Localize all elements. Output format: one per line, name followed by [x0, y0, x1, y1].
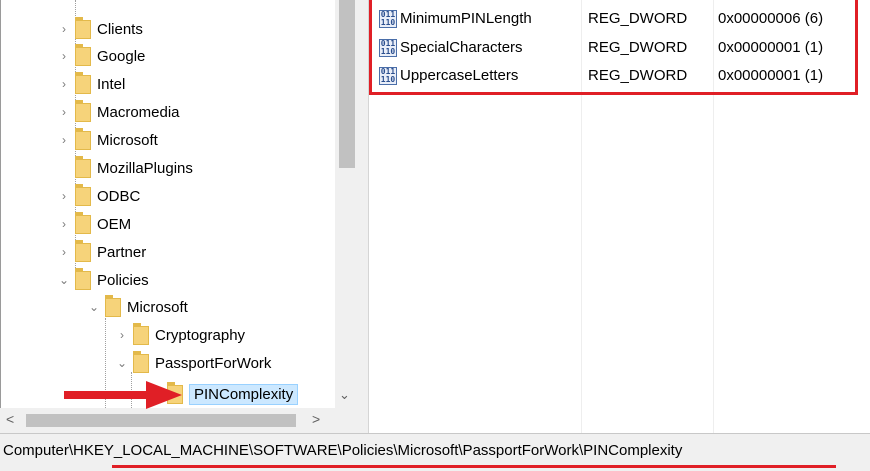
tree-item-policies[interactable]: ⌄ Policies: [55, 267, 149, 293]
chevron-down-icon[interactable]: ⌄: [113, 356, 131, 370]
registry-path: Computer\HKEY_LOCAL_MACHINE\SOFTWARE\Pol…: [3, 442, 683, 459]
folder-icon: [75, 183, 91, 206]
tree-item-label: PassportForWork: [155, 354, 272, 372]
tree-item-label: Macromedia: [97, 103, 180, 121]
tree-item-label: Intel: [97, 75, 126, 93]
annotation-arrow-icon: [64, 381, 182, 409]
tree-item-label: ODBC: [97, 187, 141, 205]
chevron-right-icon[interactable]: ›: [55, 217, 73, 231]
chevron-right-icon[interactable]: ›: [55, 49, 73, 63]
scroll-left-icon[interactable]: <: [6, 411, 14, 427]
tree-item-odbc[interactable]: › ODBC: [55, 183, 140, 209]
folder-icon: [75, 267, 91, 290]
scrollbar-thumb[interactable]: [26, 414, 296, 427]
tree-item-google[interactable]: › Google: [55, 43, 145, 69]
folder-icon: [75, 155, 91, 178]
pane-splitter[interactable]: [358, 0, 369, 433]
tree-item-macromedia[interactable]: › Macromedia: [55, 99, 180, 125]
tree-item-label: MozillaPlugins: [97, 159, 193, 177]
scroll-down-icon[interactable]: ⌄: [339, 387, 350, 403]
tree-item-label: PINComplexity: [189, 383, 299, 405]
chevron-right-icon[interactable]: ›: [55, 133, 73, 147]
tree-item-intel[interactable]: › Intel: [55, 71, 125, 97]
folder-icon: [75, 99, 91, 122]
chevron-down-icon[interactable]: ⌄: [55, 273, 73, 287]
annotation-underline: [112, 465, 836, 468]
scrollbar-corner: [334, 408, 358, 433]
folder-icon: [75, 43, 91, 66]
chevron-right-icon[interactable]: ›: [55, 105, 73, 119]
tree-item-label: Partner: [97, 243, 147, 261]
scrollbar-thumb[interactable]: [339, 0, 355, 168]
tree-item-label: OEM: [97, 215, 132, 233]
tree-item-label: Cryptography: [155, 326, 246, 344]
folder-icon: [75, 71, 91, 94]
tree-item-partner[interactable]: › Partner: [55, 239, 146, 265]
folder-icon: [75, 16, 91, 39]
tree-horizontal-scrollbar[interactable]: < >: [0, 408, 334, 433]
tree-item-label: Clients: [97, 20, 143, 38]
chevron-right-icon[interactable]: ›: [55, 189, 73, 203]
tree-item-mozillaplugins[interactable]: MozillaPlugins: [55, 155, 193, 181]
folder-icon: [133, 322, 149, 345]
folder-icon: [75, 211, 91, 234]
registry-key-tree[interactable]: › Clients › Google › Intel › Macromedia …: [0, 0, 359, 408]
tree-item-label: Google: [97, 47, 146, 65]
folder-icon: [75, 127, 91, 150]
tree-item-clients[interactable]: › Clients: [55, 16, 143, 42]
tree-item-microsoft[interactable]: › Microsoft: [55, 127, 158, 153]
tree-item-label: Microsoft: [97, 131, 158, 149]
tree-vertical-scrollbar[interactable]: ⌄: [335, 0, 359, 408]
folder-icon: [133, 350, 149, 373]
chevron-down-icon[interactable]: ⌄: [85, 300, 103, 314]
tree-item-label: Policies: [97, 271, 149, 289]
tree-item-passportforwork[interactable]: ⌄ PassportForWork: [113, 350, 271, 376]
folder-icon: [105, 294, 121, 317]
chevron-right-icon[interactable]: ›: [55, 22, 73, 36]
chevron-right-icon[interactable]: ›: [55, 245, 73, 259]
annotation-highlight-box: [369, 0, 858, 95]
scroll-right-icon[interactable]: >: [312, 411, 320, 427]
tree-item-oem[interactable]: › OEM: [55, 211, 131, 237]
chevron-right-icon[interactable]: ›: [113, 328, 131, 342]
chevron-right-icon[interactable]: ›: [55, 77, 73, 91]
folder-icon: [75, 239, 91, 262]
tree-item-cryptography[interactable]: › Cryptography: [113, 322, 245, 348]
tree-item-policies-microsoft[interactable]: ⌄ Microsoft: [85, 294, 188, 320]
tree-item-label: Microsoft: [127, 298, 188, 316]
